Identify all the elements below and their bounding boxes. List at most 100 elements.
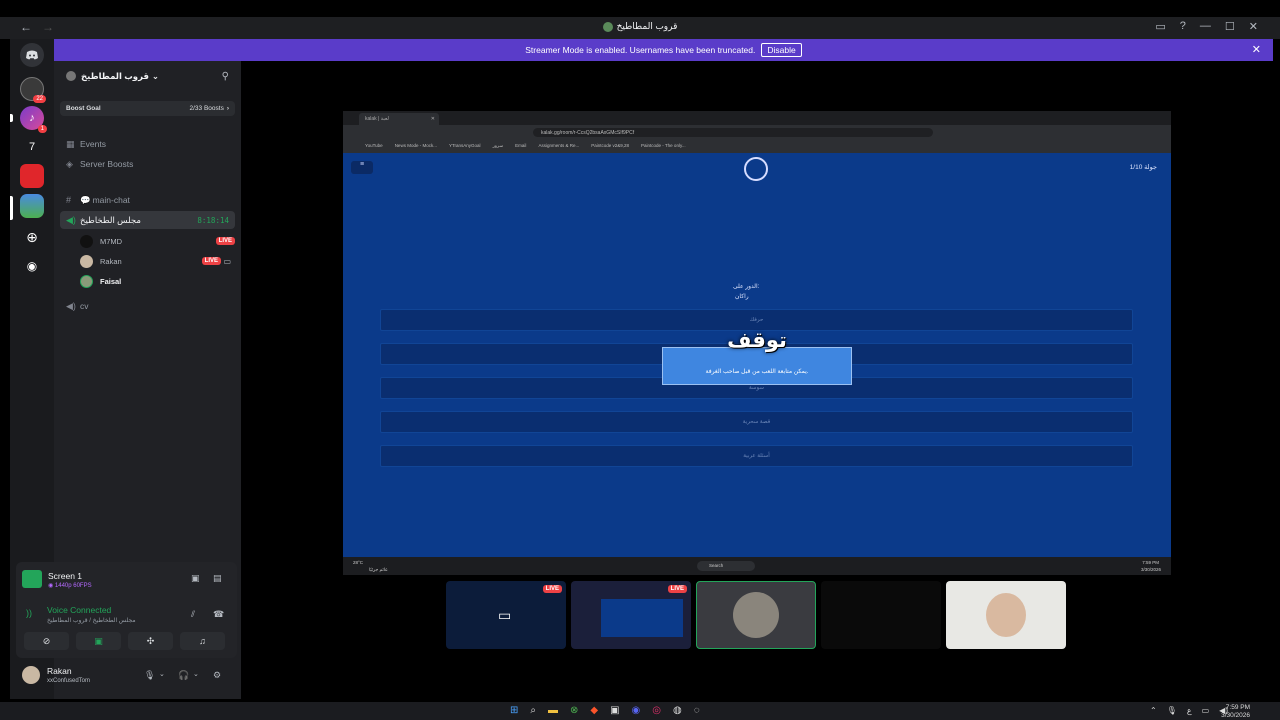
boost-goal[interactable]: Boost Goal 2/33 Boosts ›	[60, 101, 235, 116]
stream-thumbnail[interactable]: LIVE	[571, 581, 691, 649]
chevron-down-icon[interactable]: ⌄	[159, 670, 165, 678]
stream-thumbnail[interactable]: ▭ LIVE	[446, 581, 566, 649]
store-icon[interactable]: ▣	[610, 705, 619, 716]
voice-user[interactable]: M7MD LIVE	[80, 232, 235, 250]
answer-option: قصة سحرية	[380, 411, 1133, 433]
screen-icon	[22, 570, 42, 588]
microphone-icon[interactable]: 🎙	[144, 670, 155, 681]
discord-home-icon[interactable]	[20, 43, 44, 67]
camera-off-button[interactable]: ⊘	[24, 632, 69, 650]
voice-channel-cv[interactable]: ◀) cv	[60, 297, 235, 315]
soundboard-button[interactable]: ♫	[180, 632, 225, 650]
browser-address-bar: kalak.gg/room/r-CcsQ2bsaAxGMcSIf9PCf	[343, 125, 1171, 139]
noise-suppression-icon[interactable]: ⫽	[191, 609, 195, 620]
stream-quality: ◉ 1440p 60FPS	[48, 583, 92, 589]
maximize-icon[interactable]: ☐	[1225, 20, 1235, 33]
turn-player: راكان	[735, 294, 749, 300]
chevron-down-icon[interactable]: ⌄	[193, 670, 199, 678]
server-icon-music[interactable]: ♪ 1	[20, 106, 47, 133]
stream-video[interactable]: kalak | لعبة ✕ kalak.gg/room/r-CcsQ2bsaAx…	[343, 111, 1171, 575]
speech-bubble-icon: 💬	[80, 194, 91, 205]
language-indicator[interactable]: ع	[1187, 706, 1192, 715]
minimize-icon[interactable]: —	[1200, 20, 1211, 33]
search-icon[interactable]: ⌕	[530, 705, 536, 716]
user-panel: Rakan xxConfusedTom 🎙 ⌄ 🎧 ⌄ ⚙	[16, 660, 237, 692]
browser-tab: kalak | لعبة ✕	[359, 113, 439, 125]
events-item[interactable]: ▦ Events	[60, 135, 235, 153]
add-member-icon[interactable]: ⚲	[222, 71, 229, 82]
headphones-icon[interactable]: 🎧	[178, 670, 189, 681]
file-explorer-icon[interactable]: ▬	[548, 705, 558, 716]
live-badge: LIVE	[215, 237, 235, 245]
banner-text: Streamer Mode is enabled. Usernames have…	[525, 45, 756, 55]
text-channel-main-chat[interactable]: # 💬 main-chat	[60, 191, 235, 209]
app-window: ← → قروب المطاطيخ ▭ ? — ☐ ✕ Streamer Mode…	[0, 0, 1280, 720]
user-status: xxConfusedTom	[47, 678, 91, 684]
avatar	[80, 274, 93, 288]
participant-tile[interactable]	[696, 581, 816, 649]
avatar[interactable]	[22, 666, 40, 684]
pause-subtitle: يمكن متابعة اللعب من قبل صاحب الغرفة.	[705, 369, 809, 375]
chevron-up-icon[interactable]: ⌃	[1150, 706, 1157, 715]
disable-button[interactable]: Disable	[761, 43, 802, 57]
streamed-time: 7:59 PM	[1142, 560, 1159, 565]
stream-preview-icon[interactable]: ▣	[191, 573, 200, 584]
participant-camera[interactable]	[946, 581, 1066, 649]
avatar	[80, 234, 93, 248]
voice-location: مجلس الطخاطيخ / قروب المطاطيخ	[47, 618, 136, 624]
settings-gear-icon[interactable]: ⚙	[213, 670, 221, 681]
server-icon-red[interactable]	[20, 164, 44, 188]
stop-stream-button[interactable]: ▣	[76, 632, 121, 650]
chevron-down-icon: ⌄	[151, 70, 160, 81]
windows-start-icon[interactable]: ⊞	[510, 705, 518, 716]
brave-browser-icon[interactable]: ◆	[590, 705, 598, 716]
steam-icon[interactable]: ◍	[673, 705, 682, 716]
taskbar-apps: ⊞ ⌕ ▬ ⊗ ◆ ▣ ◉ ◎ ◍ ◌	[510, 705, 700, 716]
close-icon[interactable]: ✕	[1249, 20, 1258, 33]
disconnect-icon[interactable]: ☎	[213, 609, 224, 620]
voice-user[interactable]: Rakan LIVE ▭	[80, 252, 235, 270]
participant-tile[interactable]	[821, 581, 941, 649]
speaker-icon: ◀)	[66, 300, 76, 311]
add-server-icon[interactable]: ⊕	[20, 225, 44, 249]
server-icon-seven[interactable]: 7	[20, 135, 44, 159]
live-badge: LIVE	[542, 585, 562, 593]
pause-dialog: توقف يمكن متابعة اللعب من قبل صاحب الغرف…	[662, 329, 852, 385]
discover-icon[interactable]: ◉	[20, 254, 44, 278]
streamer-mode-banner: Streamer Mode is enabled. Usernames have…	[54, 39, 1273, 61]
voice-user[interactable]: Faisal	[80, 272, 235, 290]
chrome-icon[interactable]: ◌	[694, 705, 700, 716]
monitor-icon: ▭	[498, 607, 512, 623]
screen-title: Screen 1	[48, 571, 83, 581]
discord-icon[interactable]: ◉	[632, 705, 641, 716]
quality-icon: ◉	[48, 583, 55, 589]
weather-desc: غائم جزئيًا	[369, 567, 388, 572]
voice-channel-active[interactable]: ◀) مجلس الطخاطيخ 8:18:14	[60, 211, 235, 229]
instagram-icon[interactable]: ◎	[652, 705, 661, 716]
thumbnail-preview	[601, 599, 683, 637]
guild-avatar-icon	[66, 71, 76, 81]
xbox-icon[interactable]: ⊗	[570, 705, 578, 716]
answer-option: أسئلة عربية	[380, 445, 1133, 467]
screen-share-icon: ▣	[94, 635, 103, 646]
guild-header[interactable]: قروب المطاطيخ ⌄ ⚲	[54, 61, 241, 91]
turn-label: الدور على:	[733, 284, 760, 290]
boost-icon: ◈	[66, 158, 73, 169]
voice-timer: 8:18:14	[197, 215, 229, 225]
server-boosts-item[interactable]: ◈ Server Boosts	[60, 155, 235, 173]
server-icon-selected[interactable]	[20, 194, 44, 218]
avatar	[80, 254, 93, 268]
banner-close-icon[interactable]: ✕	[1252, 43, 1261, 56]
stream-settings-icon[interactable]: ▤	[213, 573, 222, 584]
guild-name: قروب المطاطيخ	[81, 70, 149, 81]
activities-button[interactable]: ✣	[128, 632, 173, 650]
title-bar: ← → قروب المطاطيخ ▭ ? — ☐ ✕	[0, 17, 1280, 39]
clock[interactable]: 7:59 PM 3/30/2026	[1221, 704, 1250, 720]
network-icon[interactable]: ▭	[1202, 706, 1210, 715]
help-icon[interactable]: ?	[1180, 20, 1186, 33]
server-icon-dm[interactable]: 22	[20, 77, 46, 103]
microphone-icon[interactable]: 🎙	[1167, 706, 1177, 715]
inbox-icon[interactable]: ▭	[1155, 20, 1165, 33]
screen-share-icon: ▭	[223, 256, 231, 266]
boost-label: Boost Goal	[66, 105, 101, 112]
